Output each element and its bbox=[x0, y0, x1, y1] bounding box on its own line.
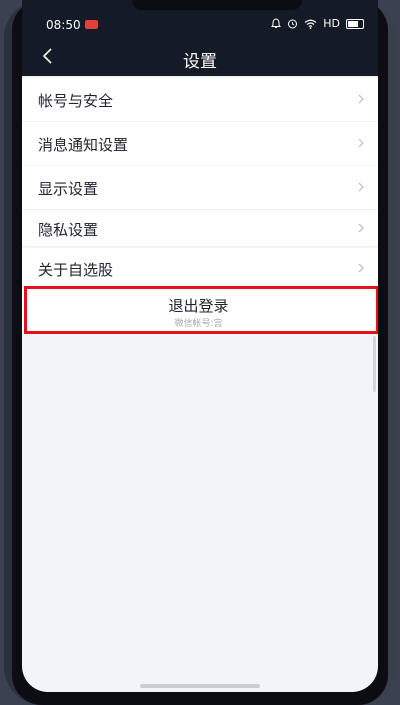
alarm-icon bbox=[288, 19, 298, 29]
chevron-right-icon bbox=[358, 94, 364, 104]
wechat-account-label: 微信帐号:宫 bbox=[174, 319, 223, 329]
settings-item-notifications[interactable]: 消息通知设置 bbox=[22, 122, 378, 165]
app-notification-icon bbox=[85, 20, 98, 29]
battery-icon bbox=[346, 18, 364, 29]
chevron-right-icon bbox=[358, 138, 364, 148]
settings-item-label: 隐私设置 bbox=[38, 221, 99, 239]
status-icons: HD bbox=[271, 17, 364, 30]
settings-item-label: 显示设置 bbox=[38, 180, 99, 198]
home-indicator bbox=[140, 684, 260, 688]
top-bar: 08:50 HD 设置 bbox=[22, 0, 378, 76]
logout-button[interactable]: 退出登录 微信帐号:宫 bbox=[22, 287, 375, 331]
settings-group-about: 关于自选股 bbox=[22, 248, 378, 286]
logout-label: 退出登录 bbox=[168, 297, 229, 315]
settings-group-notifications: 消息通知设置 bbox=[22, 122, 378, 165]
page-title: 设置 bbox=[183, 52, 217, 72]
settings-item-privacy[interactable]: 隐私设置 bbox=[22, 210, 378, 246]
camera-notch bbox=[132, 0, 302, 10]
settings-group-display-privacy: 显示设置 隐私设置 bbox=[22, 166, 378, 246]
status-time: 08:50 bbox=[46, 18, 81, 32]
settings-item-account-security[interactable]: 帐号与安全 bbox=[22, 78, 378, 121]
chevron-right-icon bbox=[358, 182, 364, 192]
settings-item-about[interactable]: 关于自选股 bbox=[22, 248, 378, 286]
network-label: HD bbox=[323, 17, 340, 30]
settings-item-label: 关于自选股 bbox=[38, 261, 114, 279]
settings-item-label: 帐号与安全 bbox=[38, 92, 114, 110]
screen: 08:50 HD 设置 帐号与安全 消息通知设置 显示设置 隐私设置 关于自选股… bbox=[22, 0, 378, 692]
navigation-bar: 设置 bbox=[22, 40, 378, 74]
settings-group-account: 帐号与安全 bbox=[22, 78, 378, 121]
chevron-right-icon bbox=[358, 223, 364, 233]
scrollbar[interactable] bbox=[373, 336, 376, 392]
settings-item-display[interactable]: 显示设置 bbox=[22, 166, 378, 210]
wifi-icon bbox=[304, 19, 317, 29]
notification-icon bbox=[271, 18, 282, 28]
status-bar: 08:50 HD bbox=[22, 16, 378, 36]
chevron-right-icon bbox=[358, 263, 364, 273]
settings-item-label: 消息通知设置 bbox=[38, 136, 129, 154]
